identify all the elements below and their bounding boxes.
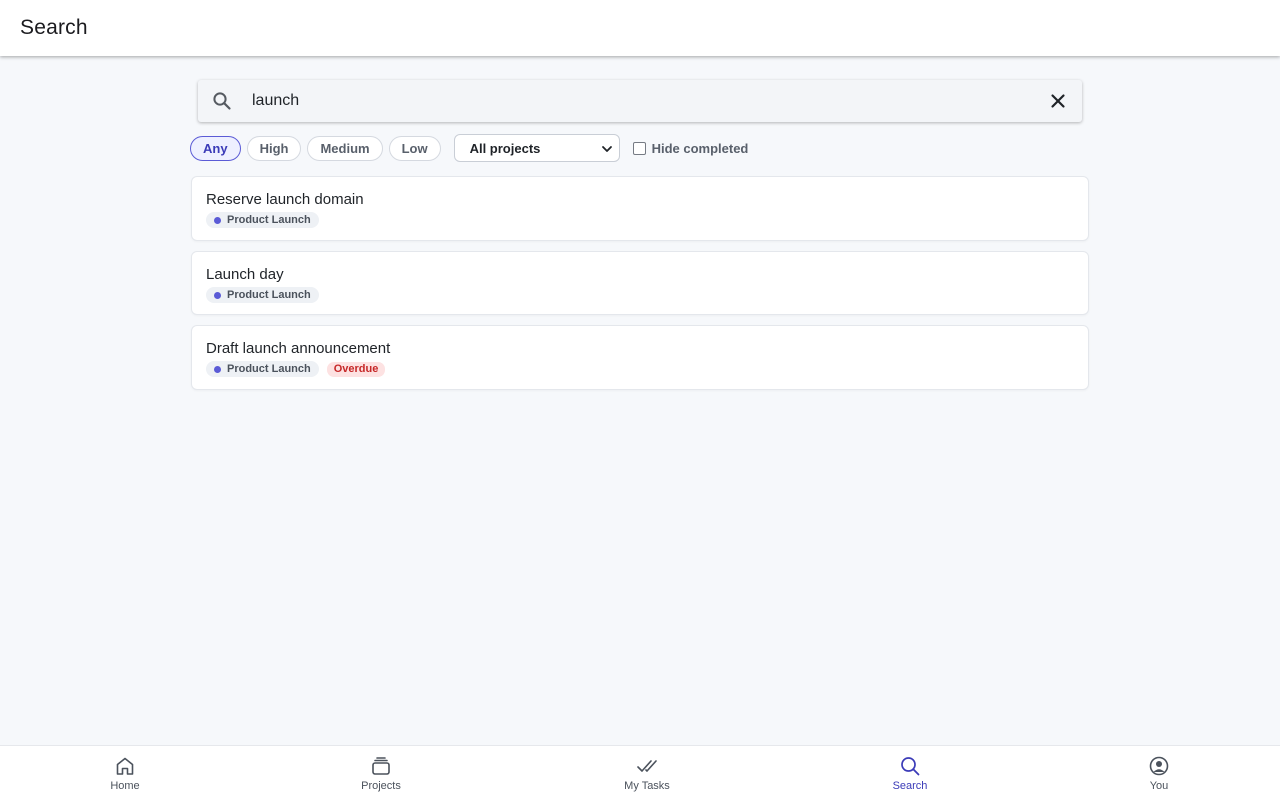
project-select[interactable]: All projects xyxy=(453,134,620,162)
search-input[interactable] xyxy=(252,80,1032,122)
clear-search-button[interactable] xyxy=(1048,91,1068,111)
priority-chip-low[interactable]: Low xyxy=(388,135,441,161)
nav-label: Projects xyxy=(361,780,401,792)
project-color-dot xyxy=(214,216,221,224)
result-meta: Product Launch xyxy=(206,287,1074,303)
project-tag-label: Product Launch xyxy=(227,363,311,375)
project-color-dot xyxy=(214,365,221,373)
home-icon xyxy=(116,757,134,775)
nav-label: You xyxy=(1149,780,1169,792)
hide-completed-label: Hide completed xyxy=(651,140,749,156)
app-bar: Search xyxy=(0,0,1280,56)
priority-chip-high[interactable]: High xyxy=(246,135,302,161)
filter-bar: Any High Medium Low All projects Hide co… xyxy=(190,134,749,162)
check-icon xyxy=(637,760,657,772)
project-tag-label: Product Launch xyxy=(227,289,311,301)
search-icon xyxy=(212,91,232,111)
bottom-nav: Home Projects My Tasks Search You xyxy=(0,745,1280,800)
account-icon xyxy=(1149,756,1169,776)
nav-item-search[interactable]: Search xyxy=(850,746,970,800)
project-tag: Product Launch xyxy=(206,361,319,377)
chevron-down-icon xyxy=(601,146,612,152)
result-meta: Product Launch Overdue xyxy=(206,361,1074,377)
nav-label: Home xyxy=(110,780,140,792)
project-tag: Product Launch xyxy=(206,212,319,228)
close-icon xyxy=(1051,94,1065,108)
result-item[interactable]: Draft launch announcement Product Launch… xyxy=(191,325,1089,390)
priority-chip-medium[interactable]: Medium xyxy=(307,135,383,161)
search-results: Reserve launch domain Product Launch Lau… xyxy=(191,176,1089,400)
project-select-value: All projects xyxy=(469,140,541,156)
result-item[interactable]: Launch day Product Launch xyxy=(191,251,1089,315)
priority-chip-any[interactable]: Any xyxy=(190,135,241,161)
result-meta: Product Launch xyxy=(206,212,1074,228)
result-title: Draft launch announcement xyxy=(206,340,391,357)
page-title: Search xyxy=(20,16,88,39)
nav-item-you[interactable]: You xyxy=(1099,746,1219,800)
nav-item-home[interactable]: Home xyxy=(65,746,185,800)
result-title: Launch day xyxy=(206,266,284,283)
project-color-dot xyxy=(214,291,221,299)
project-tag: Product Launch xyxy=(206,287,319,303)
hide-completed-checkbox[interactable] xyxy=(632,141,646,155)
search-icon xyxy=(901,757,920,776)
hide-completed-toggle[interactable]: Hide completed xyxy=(632,140,749,156)
nav-label: My Tasks xyxy=(624,780,670,792)
nav-item-projects[interactable]: Projects xyxy=(321,746,441,800)
nav-item-my-tasks[interactable]: My Tasks xyxy=(587,746,707,800)
result-item[interactable]: Reserve launch domain Product Launch xyxy=(191,176,1089,241)
result-title: Reserve launch domain xyxy=(206,191,364,208)
project-tag-label: Product Launch xyxy=(227,214,311,226)
overdue-badge: Overdue xyxy=(326,361,386,377)
nav-label: Search xyxy=(892,780,928,792)
projects-icon xyxy=(372,757,390,775)
search-bar xyxy=(198,80,1082,122)
